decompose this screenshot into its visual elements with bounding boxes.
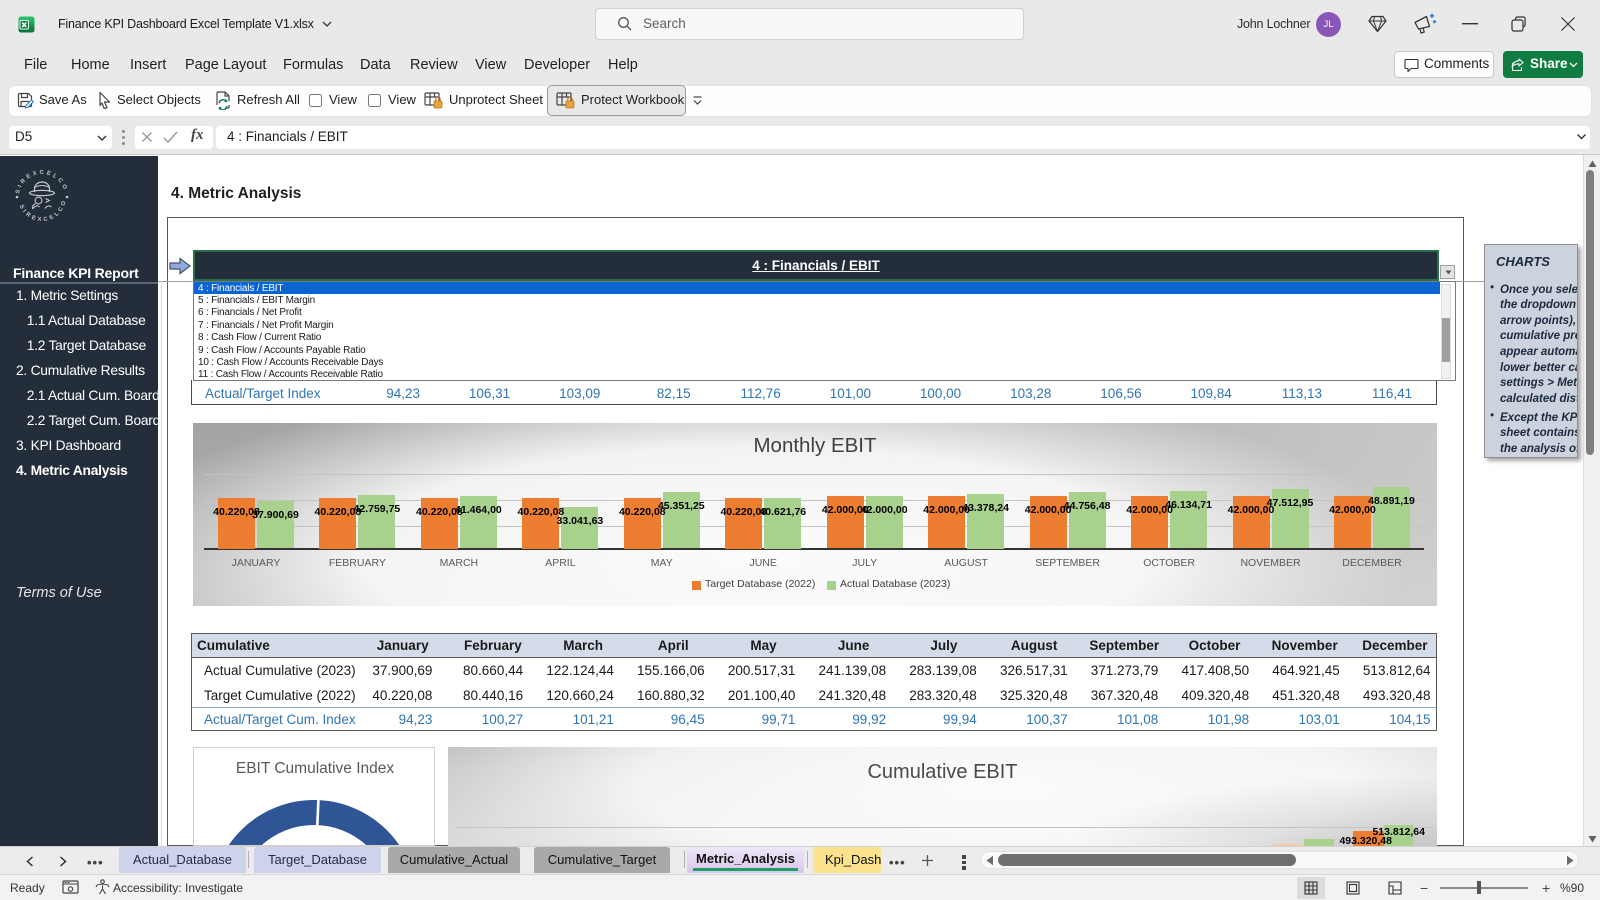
svg-text:SIREXCELCO: SIREXCELCO (18, 198, 68, 223)
